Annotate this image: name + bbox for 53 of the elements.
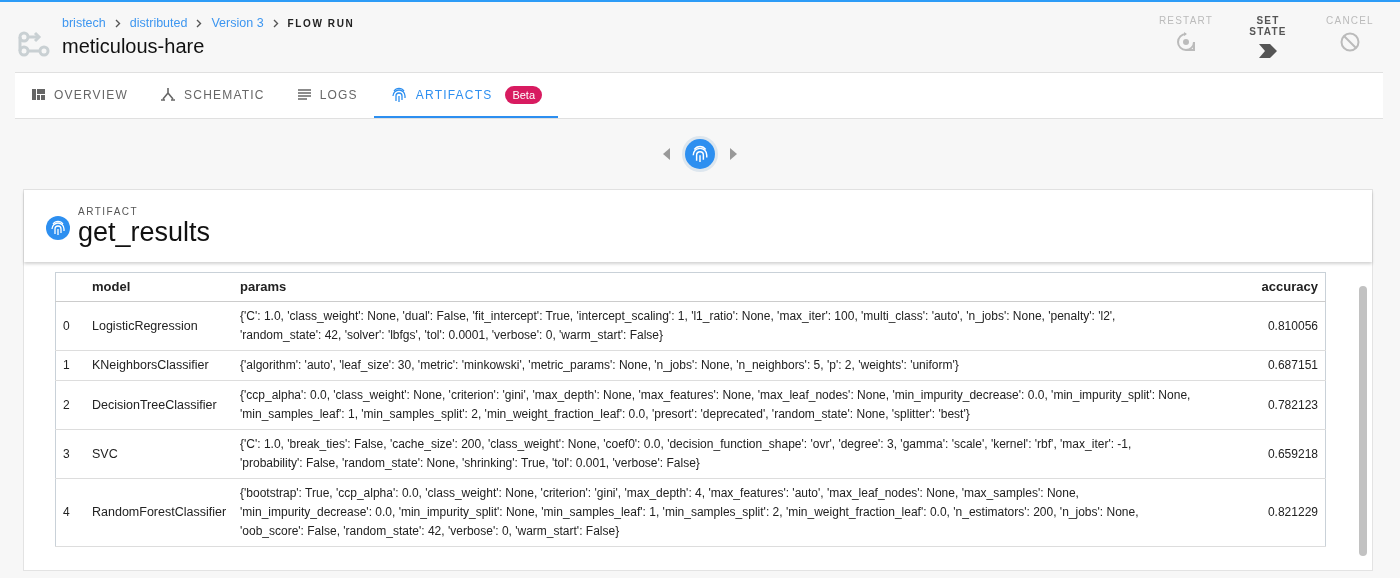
fingerprint-icon: [390, 86, 407, 103]
table-cell: KNeighborsClassifier: [86, 350, 234, 381]
restart-icon: [1176, 32, 1196, 52]
row-index: 0: [55, 301, 86, 351]
table-cell: 0.821229: [1242, 478, 1326, 547]
run-title: meticulous-hare: [62, 35, 206, 58]
table-cell: {'C': 1.0, 'class_weight': None, 'dual': False, 'fit_intercept': True, 'intercept_scaling': 1, 'l1_ratio': None, 'max_iter': 100, 'multi_class': 'auto', 'n_jobs': None, 'penalty': 'l2', 'random_state': 42, 'solver': 'lbfgs', 'tol': 0.0001, 'verbose': 0, 'warm_start': False}: [234, 301, 1242, 351]
table-cell: {'bootstrap': True, 'ccp_alpha': 0.0, 'class_weight': None, 'criterion': 'gini', 'max_depth': 4, 'max_features': 'auto', 'max_leaf_nodes': None, 'max_samples': None, 'min_impurity_decrease': 0.0, 'min_impurity_split': None, 'min_samples_leaf': 1, 'min_samples_split': 2, 'min_weight_fraction_leaf': 0.0, 'n_estimators': 200, 'n_jobs': None, 'oob_score': False, 'random_state': 42, 'verbose': 0, 'warm_start': False}: [234, 478, 1242, 547]
next-arrow-icon[interactable]: [729, 148, 737, 160]
chevron-icon: [272, 18, 279, 28]
beta-badge: Beta: [505, 85, 543, 104]
artifact-name: get_results: [78, 217, 211, 248]
row-index: 3: [55, 429, 86, 479]
table-cell: 0.810056: [1242, 301, 1326, 351]
dashboard-icon: [32, 89, 45, 100]
tab[interactable]: ARTIFACTS Beta: [373, 73, 559, 118]
breadcrumb-link[interactable]: distributed: [129, 16, 188, 30]
breadcrumb-link[interactable]: Version 3: [211, 16, 264, 30]
tab[interactable]: LOGS: [280, 73, 374, 118]
row-index: 1: [55, 350, 86, 381]
column-header: model: [86, 272, 234, 302]
column-header: accuracy: [1242, 272, 1326, 302]
lines-icon: [297, 88, 311, 101]
chevron-icon: [196, 18, 203, 28]
row-index: 2: [55, 380, 86, 430]
column-header: params: [234, 272, 1242, 302]
table-cell: 0.687151: [1242, 350, 1326, 381]
table-cell: 0.782123: [1242, 380, 1326, 430]
tab[interactable]: OVERVIEW: [15, 73, 145, 118]
table-cell: DecisionTreeClassifier: [86, 380, 234, 430]
flow-icon: [18, 30, 50, 58]
table-cell: 0.659218: [1242, 429, 1326, 479]
table-cell: {'algorithm': 'auto', 'leaf_size': 30, 'metric': 'minkowski', 'metric_params': None, 'n_jobs': None, 'n_neighbors': 5, 'p': 2, 'weights': 'uniform'}: [234, 350, 1242, 381]
artifact-dot[interactable]: [685, 139, 715, 169]
tab[interactable]: SCHEMATIC: [144, 73, 281, 118]
artifact-icon: [46, 216, 70, 240]
table-cell: LogisticRegression: [86, 301, 234, 351]
breadcrumb-current: FLOW RUN: [287, 17, 355, 29]
fingerprint-icon: [691, 145, 709, 163]
row-index: 4: [55, 478, 86, 547]
cancel-icon: [1340, 32, 1360, 52]
scrollbar-thumb[interactable]: [1359, 286, 1367, 556]
chevron-icon: [1258, 43, 1278, 59]
set-state-button[interactable]: SET STATE: [1238, 15, 1298, 59]
table-cell: {'ccp_alpha': 0.0, 'class_weight': None, 'criterion': 'gini', 'max_depth': None, 'max_features': None, 'max_leaf_nodes': None, 'min_impurity_decrease': 0.0, 'min_impurity_split': None, 'min_samples_leaf': 1, 'min_samples_split': 2, 'min_weight_fraction_leaf': 0.0, 'presort': 'deprecated', 'random_state': None, 'splitter': 'best'}: [234, 380, 1242, 430]
previous-arrow-icon[interactable]: [663, 148, 671, 160]
table-cell: RandomForestClassifier: [86, 478, 234, 547]
artifact-label: ARTIFACT: [78, 206, 140, 217]
schematic-icon: [161, 88, 176, 101]
table-cell: SVC: [86, 429, 234, 479]
breadcrumb-link[interactable]: bristech: [62, 16, 106, 30]
table-cell: {'C': 1.0, 'break_ties': False, 'cache_size': 200, 'class_weight': None, 'coef0': 0.0, 'decision_function_shape': 'ovr', 'degree': 3, 'gamma': 'scale', 'kernel': 'rbf', 'max_iter': -1, 'probability': False, 'random_state': None, 'shrinking': True, 'tol': 0.001, 'verbose': False}: [234, 429, 1242, 479]
chevron-icon: [114, 18, 121, 28]
